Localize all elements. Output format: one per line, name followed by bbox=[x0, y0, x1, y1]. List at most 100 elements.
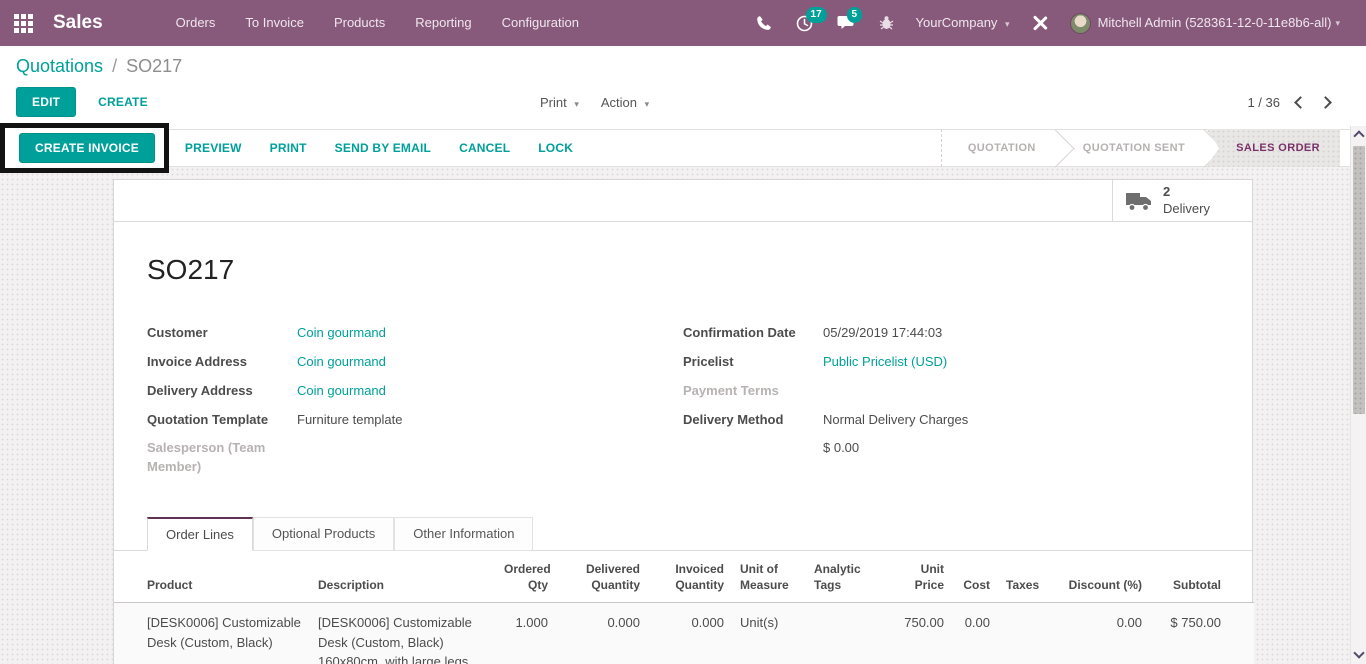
field-value-delivery-address[interactable]: Coin gourmand bbox=[297, 382, 386, 401]
delivery-stat-button[interactable]: 2 Delivery bbox=[1112, 180, 1252, 221]
company-switcher[interactable]: YourCompany ▾ bbox=[906, 0, 1020, 46]
breadcrumb: Quotations / SO217 bbox=[16, 56, 1366, 77]
developer-tools-icon[interactable] bbox=[1020, 0, 1060, 46]
field-label-delivery-method: Delivery Method bbox=[683, 411, 784, 427]
breadcrumb-quotations-link[interactable]: Quotations bbox=[16, 56, 103, 76]
statusbar-states: QUOTATION QUOTATION SENT SALES ORDER bbox=[940, 129, 1340, 167]
tab-other-information[interactable]: Other Information bbox=[394, 517, 534, 552]
phone-icon[interactable] bbox=[744, 0, 784, 46]
caret-down-icon: ▾ bbox=[1005, 19, 1010, 29]
tools-icon-svg bbox=[1033, 15, 1047, 31]
col-header-unit-of-measure: Unit of Measure bbox=[740, 562, 789, 593]
field-label-delivery-address: Delivery Address bbox=[147, 382, 253, 398]
phone-icon-svg bbox=[756, 16, 771, 30]
breadcrumb-current: SO217 bbox=[126, 56, 183, 76]
action-dropdown[interactable]: Action ▾ bbox=[601, 95, 649, 110]
action-highlight-annotation: CREATE INVOICE bbox=[0, 123, 169, 173]
nav-menu-configuration[interactable]: Configuration bbox=[487, 0, 594, 46]
nav-menu-products[interactable]: Products bbox=[319, 0, 400, 46]
field-label-salesperson-team-member: Salesperson (Team Member) bbox=[147, 440, 266, 475]
pager-previous-icon[interactable] bbox=[1294, 95, 1307, 109]
cell-analytic-tags bbox=[806, 603, 892, 664]
activities-clock-icon[interactable]: 17 bbox=[784, 0, 827, 46]
user-name: Mitchell Admin (528361-12-0-11e8b6-all) bbox=[1097, 15, 1332, 30]
breadcrumb-separator: / bbox=[112, 56, 118, 76]
col-header-taxes: Taxes bbox=[1006, 578, 1040, 593]
scroll-down-icon[interactable] bbox=[1352, 647, 1365, 659]
nav-menu-to-invoice[interactable]: To Invoice bbox=[230, 0, 319, 46]
field-label-customer: Customer bbox=[147, 325, 208, 340]
field-left-row-customer: Customer Coin gourmand bbox=[147, 324, 683, 343]
field-value2-delivery-method: $ 0.00 bbox=[823, 440, 860, 456]
caret-down-icon: ▾ bbox=[1335, 18, 1340, 28]
create-button[interactable]: CREATE bbox=[84, 88, 162, 116]
notebook-tabs: Order Lines Optional Products Other Inform… bbox=[114, 517, 1252, 552]
tab-order-lines[interactable]: Order Lines bbox=[147, 517, 253, 552]
pager: 1 / 36 bbox=[1247, 95, 1366, 110]
record-title: SO217 bbox=[147, 254, 235, 285]
nav-menu-reporting[interactable]: Reporting bbox=[400, 0, 486, 46]
apps-grid-icon[interactable] bbox=[14, 13, 33, 33]
print-button[interactable]: PRINT bbox=[256, 129, 321, 167]
field-value-pricelist[interactable]: Public Pricelist (USD) bbox=[823, 353, 947, 372]
state-arrow-separator bbox=[1056, 129, 1057, 167]
cancel-button[interactable]: CANCEL bbox=[445, 129, 524, 167]
col-header-unit-price: Unit Price bbox=[914, 562, 944, 593]
control-panel-dropdowns: Print ▾ Action ▾ bbox=[540, 95, 649, 110]
order-line-row-1[interactable]: [DESK0006] Customizable Desk (Custom, Bl… bbox=[114, 602, 1254, 664]
print-dropdown[interactable]: Print ▾ bbox=[540, 95, 579, 110]
nav-menu-orders[interactable]: Orders bbox=[161, 0, 231, 46]
print-dropdown-label: Print bbox=[540, 94, 567, 110]
order-lines-table: Product Description Ordered Qty Delivered Q… bbox=[114, 551, 1254, 664]
delivery-count: 2 bbox=[1163, 184, 1171, 200]
content-area: 2 Delivery SO217 Customer Coin gourmand In… bbox=[0, 167, 1366, 664]
cell-unit-of-measure: Unit(s) bbox=[740, 615, 779, 631]
preview-button[interactable]: PREVIEW bbox=[171, 129, 256, 167]
cell-discount: 0.00 bbox=[1116, 615, 1142, 631]
col-header-analytic-tags: Analytic Tags bbox=[814, 562, 861, 593]
delivery-label: Delivery bbox=[1163, 200, 1210, 216]
tab-optional-products[interactable]: Optional Products bbox=[252, 517, 395, 552]
field-label-confirmation-date: Confirmation Date bbox=[683, 325, 796, 340]
col-header-invoiced-quantity: Invoiced Quantity bbox=[675, 562, 724, 593]
pager-next-icon[interactable] bbox=[1319, 95, 1332, 109]
col-header-description: Description bbox=[318, 578, 385, 593]
col-header-discount: Discount (%) bbox=[1068, 578, 1142, 593]
lock-button[interactable]: LOCK bbox=[524, 129, 587, 167]
state-quotation-sent[interactable]: QUOTATION SENT bbox=[1057, 129, 1205, 167]
messages-icon[interactable]: 5 bbox=[825, 0, 867, 46]
field-value-delivery-method: Normal Delivery Charges $ 0.00 bbox=[823, 411, 968, 459]
action-dropdown-label: Action bbox=[600, 94, 638, 110]
field-value-invoice-address[interactable]: Coin gourmand bbox=[297, 353, 386, 372]
order-lines-header-row: Product Description Ordered Qty Delivered Q… bbox=[114, 551, 1254, 603]
fields-right-group: Confirmation Date 05/29/2019 17:44:03 Pric… bbox=[683, 324, 1219, 487]
cell-ordered-qty: 1.000 bbox=[515, 615, 548, 631]
pager-value: 1 / 36 bbox=[1247, 94, 1280, 110]
activities-count-badge: 17 bbox=[805, 7, 827, 23]
scroll-up-icon[interactable] bbox=[1352, 130, 1365, 142]
statusbar-buttons: CREATE INVOICE PREVIEW PRINT SEND BY EMAIL C… bbox=[0, 123, 587, 173]
button-box: 2 Delivery bbox=[114, 180, 1252, 222]
caret-down-icon: ▾ bbox=[574, 98, 579, 109]
cell-taxes bbox=[998, 603, 1054, 664]
state-arrow-separator bbox=[1205, 129, 1206, 167]
field-right-row-confirmation-date: Confirmation Date 05/29/2019 17:44:03 bbox=[683, 324, 1219, 343]
app-title[interactable]: Sales bbox=[53, 12, 103, 34]
state-sales-order[interactable]: SALES ORDER bbox=[1206, 129, 1340, 167]
user-avatar bbox=[1069, 12, 1091, 34]
create-invoice-button[interactable]: CREATE INVOICE bbox=[19, 133, 155, 163]
messages-count-badge: 5 bbox=[846, 7, 863, 23]
user-menu[interactable]: Mitchell Admin (528361-12-0-11e8b6-all) … bbox=[1060, 0, 1350, 46]
col-header-delivered-quantity: Delivered Quantity bbox=[585, 562, 640, 593]
field-groups: Customer Coin gourmand Invoice Address Coin… bbox=[114, 286, 1252, 487]
scrollbar-thumb[interactable] bbox=[1352, 146, 1365, 414]
control-panel: Quotations / SO217 EDIT CREATE Print ▾ A… bbox=[0, 46, 1366, 129]
bug-icon[interactable] bbox=[867, 0, 906, 46]
field-value-customer[interactable]: Coin gourmand bbox=[297, 324, 386, 343]
cell-invoiced-quantity: 0.000 bbox=[691, 615, 724, 631]
edit-button[interactable]: EDIT bbox=[16, 87, 77, 117]
send-by-email-button[interactable]: SEND BY EMAIL bbox=[321, 129, 445, 167]
cell-subtotal: $ 750.00 bbox=[1170, 615, 1221, 631]
field-right-row-payment-terms: Payment Terms bbox=[683, 382, 1219, 401]
vertical-scrollbar[interactable] bbox=[1350, 126, 1366, 664]
